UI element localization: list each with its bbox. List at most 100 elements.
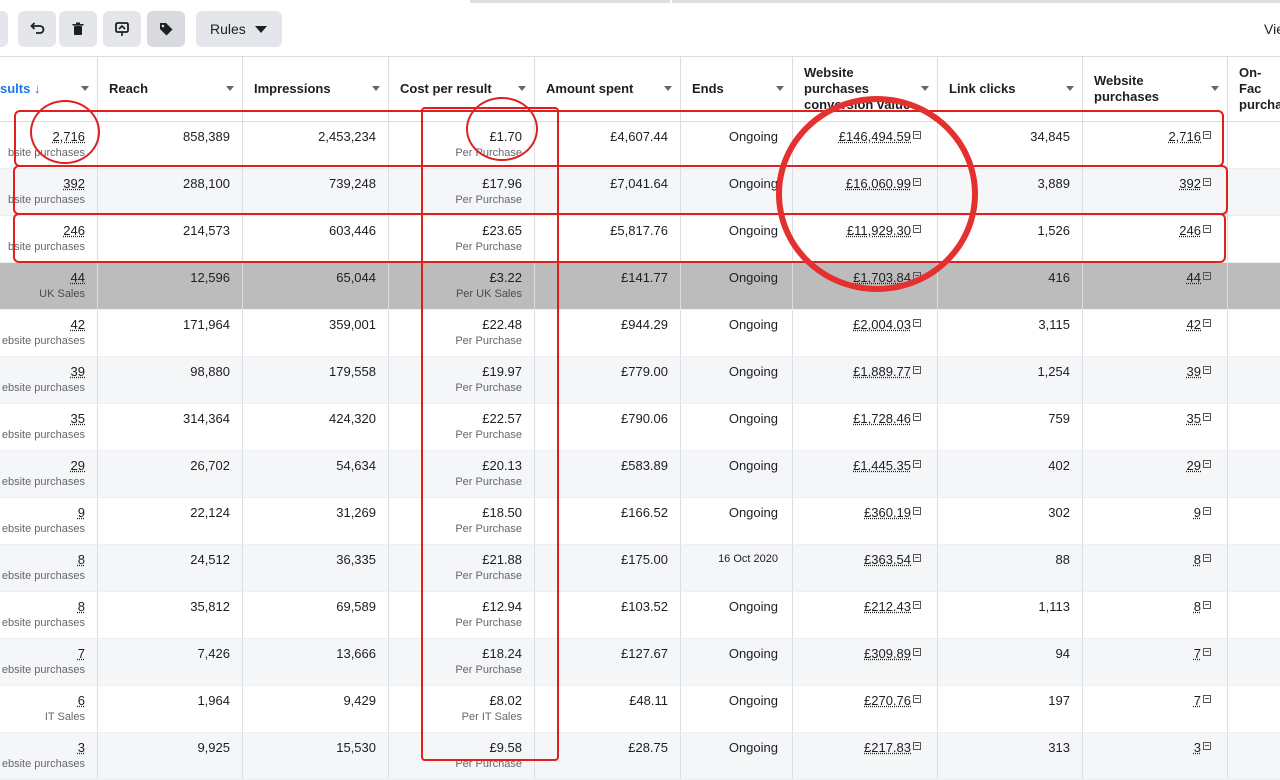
cell-value[interactable]: 3 <box>1194 740 1201 755</box>
sort-chevron-icon[interactable] <box>372 86 380 91</box>
cell-value[interactable]: £16,060.99 <box>846 176 911 191</box>
cell-value[interactable]: £2,004.03 <box>853 317 911 332</box>
comparison-icon[interactable] <box>913 413 921 421</box>
preview-button[interactable] <box>103 11 141 47</box>
table-row[interactable]: 39 ebsite purchases 98,880 179,558 £19.97 Per… <box>0 357 1280 404</box>
cell-value[interactable]: 8 <box>1194 552 1201 567</box>
column-header-wpcv[interactable]: Website purchases conversion value <box>793 57 938 121</box>
table-row[interactable]: 6 IT Sales 1,964 9,429 £8.02 Per IT Sales £48.… <box>0 686 1280 733</box>
cell-value[interactable]: £217.83 <box>864 740 911 755</box>
comparison-icon[interactable] <box>1203 695 1211 703</box>
column-header-ends[interactable]: Ends <box>681 57 793 121</box>
comparison-icon[interactable] <box>913 554 921 562</box>
cell-value[interactable]: 9 <box>1194 505 1201 520</box>
column-header-amount[interactable]: Amount spent <box>535 57 681 121</box>
cell-value[interactable]: 8 <box>78 599 85 614</box>
sort-chevron-icon[interactable] <box>226 86 234 91</box>
comparison-icon[interactable] <box>913 742 921 750</box>
comparison-icon[interactable] <box>1203 648 1211 656</box>
view-link[interactable]: Vie <box>1264 21 1280 37</box>
column-header-onfb[interactable]: On-Fac purcha <box>1228 57 1280 121</box>
comparison-icon[interactable] <box>913 695 921 703</box>
comparison-icon[interactable] <box>1203 272 1211 280</box>
cell-value[interactable]: 8 <box>1194 599 1201 614</box>
table-row[interactable]: 8 ebsite purchases 24,512 36,335 £21.88 Per P… <box>0 545 1280 592</box>
comparison-icon[interactable] <box>1203 742 1211 750</box>
sort-chevron-icon[interactable] <box>921 86 929 91</box>
comparison-icon[interactable] <box>913 460 921 468</box>
column-header-wp[interactable]: Website purchases <box>1083 57 1228 121</box>
cell-value[interactable]: £309.89 <box>864 646 911 661</box>
sort-chevron-icon[interactable] <box>518 86 526 91</box>
cell-value[interactable]: 7 <box>78 646 85 661</box>
cell-value[interactable]: £146,494.59 <box>839 129 911 144</box>
comparison-icon[interactable] <box>1203 178 1211 186</box>
cell-value[interactable]: £360.19 <box>864 505 911 520</box>
comparison-icon[interactable] <box>1203 319 1211 327</box>
undo-button[interactable] <box>18 11 56 47</box>
cell-value[interactable]: £1,728.46 <box>853 411 911 426</box>
comparison-icon[interactable] <box>1203 225 1211 233</box>
cell-value[interactable]: 29 <box>71 458 85 473</box>
cell-value[interactable]: £11,929.30 <box>847 223 911 238</box>
comparison-icon[interactable] <box>1203 460 1211 468</box>
toolbar-edge-button[interactable] <box>0 11 8 47</box>
table-row[interactable]: 35 ebsite purchases 314,364 424,320 £22.57 Pe… <box>0 404 1280 451</box>
column-header-reach[interactable]: Reach <box>98 57 243 121</box>
cell-value[interactable]: £363.54 <box>864 552 911 567</box>
sort-chevron-icon[interactable] <box>776 86 784 91</box>
table-row[interactable]: 9 ebsite purchases 22,124 31,269 £18.50 Per P… <box>0 498 1280 545</box>
cell-value[interactable]: £1,889.77 <box>853 364 911 379</box>
cell-value[interactable]: 392 <box>1179 176 1201 191</box>
table-row[interactable]: 2,716 bsite purchases 858,389 2,453,234 £1.7… <box>0 122 1280 169</box>
comparison-icon[interactable] <box>1203 554 1211 562</box>
comparison-icon[interactable] <box>913 648 921 656</box>
comparison-icon[interactable] <box>913 366 921 374</box>
cell-value[interactable]: £270.76 <box>864 693 911 708</box>
cell-value[interactable]: 44 <box>1187 270 1201 285</box>
cell-value[interactable]: 35 <box>1187 411 1201 426</box>
sort-chevron-icon[interactable] <box>81 86 89 91</box>
comparison-icon[interactable] <box>1203 601 1211 609</box>
comparison-icon[interactable] <box>913 319 921 327</box>
cell-value[interactable]: 6 <box>78 693 85 708</box>
delete-button[interactable] <box>59 11 97 47</box>
table-row[interactable]: 42 ebsite purchases 171,964 359,001 £22.48 Pe… <box>0 310 1280 357</box>
cell-value[interactable]: 44 <box>71 270 85 285</box>
cell-value[interactable]: 42 <box>1187 317 1201 332</box>
cell-value[interactable]: 39 <box>71 364 85 379</box>
sort-chevron-icon[interactable] <box>1066 86 1074 91</box>
table-row[interactable]: 3 ebsite purchases 9,925 15,530 £9.58 Per Pur… <box>0 733 1280 780</box>
comparison-icon[interactable] <box>913 225 921 233</box>
cell-value[interactable]: 39 <box>1187 364 1201 379</box>
cell-value[interactable]: 42 <box>71 317 85 332</box>
sort-chevron-icon[interactable] <box>1211 86 1219 91</box>
cell-value[interactable]: 8 <box>78 552 85 567</box>
table-row[interactable]: 29 ebsite purchases 26,702 54,634 £20.13 Per … <box>0 451 1280 498</box>
cell-value[interactable]: £1,445.35 <box>853 458 911 473</box>
cell-value[interactable]: 9 <box>78 505 85 520</box>
tag-button[interactable] <box>147 11 185 47</box>
rules-dropdown-button[interactable]: Rules <box>196 11 282 47</box>
comparison-icon[interactable] <box>1203 413 1211 421</box>
table-row[interactable]: 7 ebsite purchases 7,426 13,666 £18.24 Per Pu… <box>0 639 1280 686</box>
table-row[interactable]: 8 ebsite purchases 35,812 69,589 £12.94 Per P… <box>0 592 1280 639</box>
table-row[interactable]: 246 bsite purchases 214,573 603,446 £23.65 Pe… <box>0 216 1280 263</box>
cell-value[interactable]: 246 <box>1179 223 1201 238</box>
column-header-cpr[interactable]: Cost per result <box>389 57 535 121</box>
cell-value[interactable]: 29 <box>1187 458 1201 473</box>
comparison-icon[interactable] <box>1203 507 1211 515</box>
comparison-icon[interactable] <box>913 601 921 609</box>
cell-value[interactable]: 3 <box>78 740 85 755</box>
cell-value[interactable]: £1,703.84 <box>853 270 911 285</box>
cell-value[interactable]: 2,716 <box>1168 129 1201 144</box>
column-header-clicks[interactable]: Link clicks <box>938 57 1083 121</box>
cell-value[interactable]: 7 <box>1194 646 1201 661</box>
table-row[interactable]: 44 UK Sales 12,596 65,044 £3.22 Per UK Sales £… <box>0 263 1280 310</box>
comparison-icon[interactable] <box>1203 131 1211 139</box>
comparison-icon[interactable] <box>913 272 921 280</box>
comparison-icon[interactable] <box>913 507 921 515</box>
comparison-icon[interactable] <box>913 178 921 186</box>
cell-value[interactable]: 35 <box>71 411 85 426</box>
cell-value[interactable]: 246 <box>63 223 85 238</box>
